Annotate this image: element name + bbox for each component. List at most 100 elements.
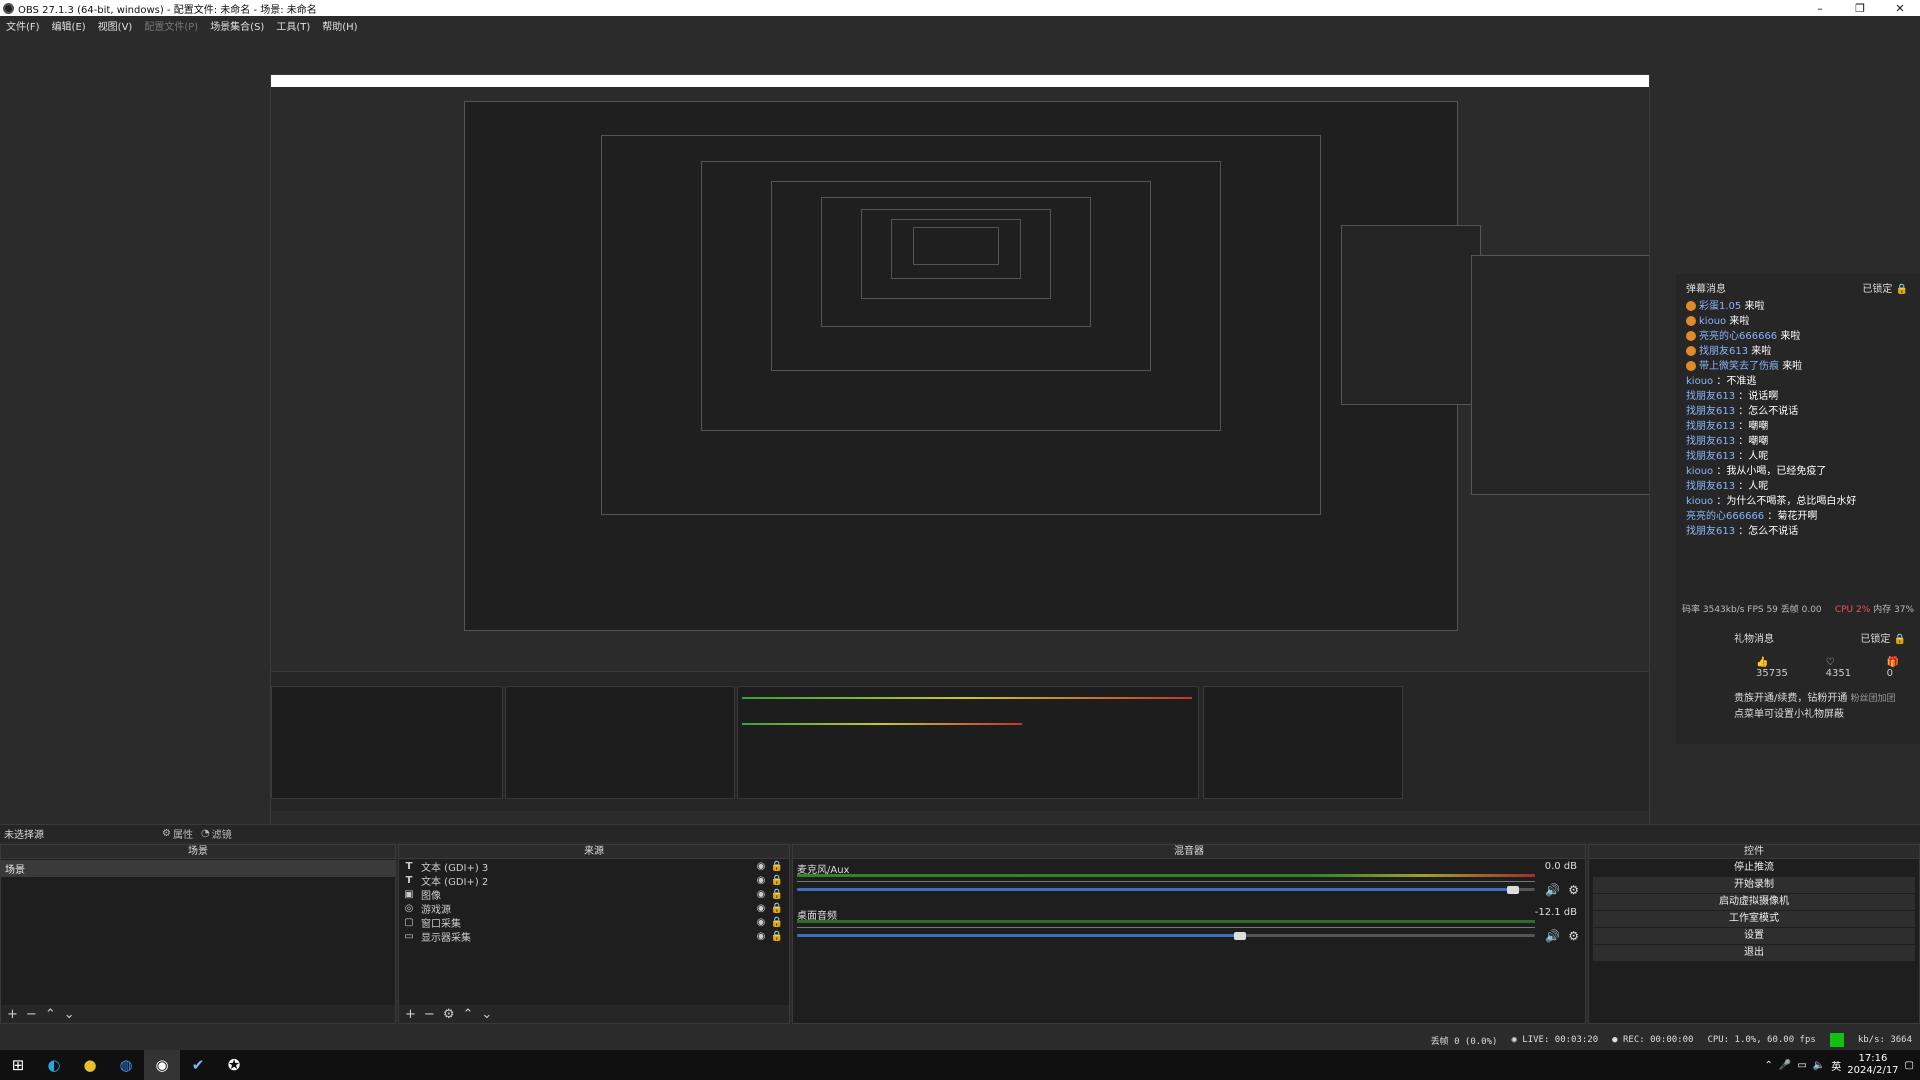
lock-icon[interactable]: 🔒 <box>769 861 785 872</box>
volume-slider[interactable] <box>797 888 1513 891</box>
nested-dock <box>271 671 1649 811</box>
chat-message: kiouo ：为什么不喝茶，总比喝白水好 <box>1686 494 1920 509</box>
visibility-eye-icon[interactable]: ◉ <box>753 903 769 914</box>
fan-badge-icon <box>1686 346 1696 356</box>
add-source-icon[interactable]: + <box>405 1007 416 1022</box>
channel-db: 0.0 dB <box>1544 861 1577 872</box>
visibility-eye-icon[interactable]: ◉ <box>753 931 769 942</box>
source-type-icon: ▭ <box>404 930 414 942</box>
gear-icon[interactable]: ⚙ <box>1568 883 1579 897</box>
properties-button[interactable]: ⚙ 属性 <box>158 826 197 841</box>
source-item[interactable]: ▢ 窗口采集 ◉ 🔒 <box>399 915 789 930</box>
minimize-button[interactable]: – <box>1800 2 1840 15</box>
lock-icon[interactable]: 🔒 <box>769 931 785 942</box>
menu-tools[interactable]: 工具(T) <box>270 18 316 33</box>
obs-taskbar-icon[interactable]: ◉ <box>144 1050 180 1080</box>
source-item[interactable]: T 文本 (GDI+) 3 ◉ 🔒 <box>399 859 789 874</box>
source-item[interactable]: ▣ 图像 ◉ 🔒 <box>399 887 789 902</box>
menu-file[interactable]: 文件(F) <box>0 18 46 33</box>
nested-mixer <box>737 686 1199 799</box>
chat-username: 亮亮的心666666 <box>1699 331 1778 342</box>
obs-logo-icon <box>3 2 14 14</box>
lock-icon[interactable]: 🔒 <box>769 917 785 928</box>
filters-button[interactable]: ◔ 滤镜 <box>197 826 236 841</box>
source-item[interactable]: T 文本 (GDI+) 2 ◉ 🔒 <box>399 873 789 888</box>
network-icon[interactable]: ▭ <box>1797 1060 1806 1071</box>
settings-button[interactable]: 设置 <box>1593 928 1915 944</box>
menu-view[interactable]: 视图(V) <box>92 18 139 33</box>
maximize-button[interactable]: ❐ <box>1840 2 1880 15</box>
lock-icon[interactable]: 🔒 <box>1894 634 1906 645</box>
notification-icon[interactable]: ▢ <box>1905 1060 1914 1071</box>
source-name: 窗口采集 <box>421 918 461 930</box>
lock-icon[interactable]: 🔒 <box>1896 284 1908 295</box>
source-settings-icon[interactable]: ⚙ <box>443 1007 455 1022</box>
remove-scene-icon[interactable]: − <box>26 1007 37 1022</box>
windows-taskbar: ⊞ ◐ ● ◍ ◉ ✔ ✪ ⌃ 🎤 ▭ 🔈 英 17:16 2024/2/17 … <box>0 1050 1920 1080</box>
volume-slider-handle[interactable] <box>1233 932 1246 940</box>
speaker-icon[interactable]: 🔊 <box>1545 883 1560 897</box>
start-recording-button[interactable]: 开始录制 <box>1593 877 1915 893</box>
studio-mode-button[interactable]: 工作室模式 <box>1593 911 1915 927</box>
live-time: ◉ LIVE: 00:03:20 <box>1511 1035 1599 1045</box>
lock-icon[interactable]: 🔒 <box>769 903 785 914</box>
gift-panel: 礼物消息 已锁定 🔒 👍 35735 ♡ 4351 🎁 0 贵族开通/续费，钻粉… <box>1676 624 1920 744</box>
source-item[interactable]: ◎ 游戏源 ◉ 🔒 <box>399 901 789 916</box>
channel-db: -12.1 dB <box>1534 907 1577 918</box>
ime-indicator[interactable]: 英 <box>1831 1058 1841 1073</box>
chat-message: kiouo ：我从小喝，已经免疫了 <box>1686 464 1920 479</box>
add-scene-icon[interactable]: + <box>7 1007 18 1022</box>
chat-text: ：为什么不喝茶，总比喝白水好 <box>1716 496 1857 507</box>
visibility-eye-icon[interactable]: ◉ <box>753 917 769 928</box>
dropped-frames: 丢帧 0 (0.0%) <box>1430 1036 1498 1047</box>
microphone-icon[interactable]: 🎤 <box>1779 1060 1791 1071</box>
remove-source-icon[interactable]: − <box>424 1007 435 1022</box>
menu-edit[interactable]: 编辑(E) <box>46 18 92 33</box>
chat-username: 找朋友613 <box>1699 346 1749 357</box>
feather-app-icon[interactable]: ✔ <box>180 1050 216 1080</box>
visibility-eye-icon[interactable]: ◉ <box>753 875 769 886</box>
move-down-icon[interactable]: ⌄ <box>481 1007 492 1022</box>
speaker-icon[interactable]: 🔊 <box>1545 929 1560 943</box>
visibility-eye-icon[interactable]: ◉ <box>753 861 769 872</box>
source-item[interactable]: ▭ 显示器采集 ◉ 🔒 <box>399 929 789 944</box>
chat-username: 找朋友613 <box>1686 451 1736 462</box>
clock[interactable]: 17:16 2024/2/17 <box>1847 1053 1898 1077</box>
preview-canvas[interactable]: 弹幕消息 已锁定 🔒 彩蛋1.05 来啦 kiouo 来啦 亮亮的心666666 来… <box>0 34 1920 824</box>
menu-scene-collection[interactable]: 场景集合(S) <box>204 18 270 33</box>
chat-message-list: 彩蛋1.05 来啦 kiouo 来啦 亮亮的心666666 来啦 找朋友613 来啦带… <box>1676 299 1920 539</box>
lock-icon[interactable]: 🔒 <box>769 875 785 886</box>
tray-expand-icon[interactable]: ⌃ <box>1765 1060 1773 1071</box>
windows-start-icon[interactable]: ⊞ <box>0 1050 36 1080</box>
close-button[interactable]: ✕ <box>1880 2 1920 15</box>
scene-item[interactable]: 场景 <box>1 860 395 877</box>
volume-slider[interactable] <box>797 934 1240 937</box>
volume-icon[interactable]: 🔈 <box>1813 1060 1825 1071</box>
chat-locked-label[interactable]: 已锁定 <box>1862 284 1892 295</box>
nested-controls <box>1203 686 1403 799</box>
app-blue-icon[interactable]: ◍ <box>108 1050 144 1080</box>
chat-text: ：人呢 <box>1738 451 1769 462</box>
source-name: 游戏源 <box>421 904 451 916</box>
gift-locked-label[interactable]: 已锁定 <box>1860 634 1890 645</box>
steam-icon[interactable]: ✪ <box>216 1050 252 1080</box>
visibility-eye-icon[interactable]: ◉ <box>753 889 769 900</box>
move-up-icon[interactable]: ⌃ <box>462 1007 473 1022</box>
no-source-selected-label: 未选择源 <box>4 830 44 841</box>
move-up-icon[interactable]: ⌃ <box>45 1007 56 1022</box>
edge-browser-icon[interactable]: ◐ <box>36 1050 72 1080</box>
chat-message: 找朋友613 ：嘲嘲 <box>1686 434 1920 449</box>
exit-button[interactable]: 退出 <box>1593 945 1915 961</box>
move-down-icon[interactable]: ⌄ <box>64 1007 75 1022</box>
menu-profile[interactable]: 配置文件(P) <box>138 18 204 33</box>
meter-scale <box>797 876 1535 882</box>
chat-username: 亮亮的心666666 <box>1686 511 1765 522</box>
start-virtual-camera-button[interactable]: 启动虚拟摄像机 <box>1593 894 1915 910</box>
chrome-icon[interactable]: ● <box>72 1050 108 1080</box>
gear-icon[interactable]: ⚙ <box>1568 929 1579 943</box>
stop-streaming-button[interactable]: 停止推流 <box>1593 860 1915 876</box>
menu-help[interactable]: 帮助(H) <box>316 18 363 33</box>
lock-icon[interactable]: 🔒 <box>769 889 785 900</box>
volume-slider-handle[interactable] <box>1506 886 1519 894</box>
chat-text: ：说话啊 <box>1738 391 1779 402</box>
